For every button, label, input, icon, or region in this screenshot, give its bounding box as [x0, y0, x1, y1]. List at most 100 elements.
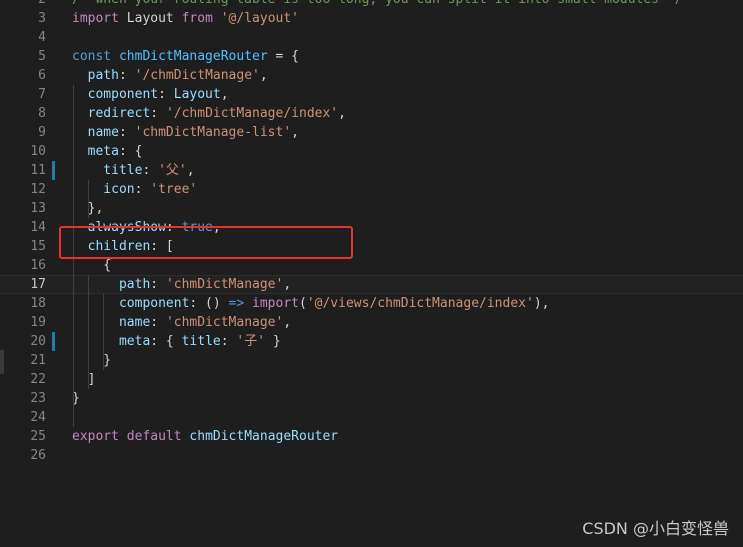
code-line[interactable]: 7 component: Layout, — [0, 85, 743, 104]
line-number: 3 — [38, 11, 46, 26]
code-line[interactable]: 4 — [0, 28, 743, 47]
code-text: path: 'chmDictManage', — [72, 276, 291, 293]
code-token: Layout — [118, 11, 182, 26]
code-token: : — [142, 163, 159, 178]
line-number: 19 — [30, 315, 46, 330]
code-token: : { — [150, 334, 182, 349]
code-line[interactable]: 24 — [0, 408, 743, 427]
code-token: { — [72, 258, 112, 273]
code-token: : — [150, 315, 166, 330]
line-number: 8 — [38, 106, 46, 121]
code-line[interactable]: 14 alwaysShow: true, — [0, 218, 743, 237]
code-line[interactable]: 20 meta: { title: '子' } — [0, 332, 743, 351]
code-text: name: 'chmDictManage', — [72, 313, 291, 332]
code-token: : — [165, 220, 182, 235]
code-text: icon: 'tree' — [72, 180, 197, 199]
code-token: meta — [72, 334, 151, 349]
line-number: 21 — [30, 353, 46, 368]
line-number: 15 — [30, 239, 46, 254]
code-text: meta: { — [72, 142, 143, 161]
code-token: export — [72, 429, 119, 444]
code-token: : { — [118, 144, 143, 159]
indent-guide — [103, 294, 104, 370]
line-number: 10 — [30, 144, 46, 159]
code-token: , — [212, 220, 221, 235]
code-token: import — [72, 11, 119, 26]
line-number: 5 — [38, 49, 46, 64]
code-token: } — [265, 334, 281, 349]
code-line[interactable]: 10 meta: { — [0, 142, 743, 161]
code-token: redirect — [72, 106, 151, 121]
line-number: 25 — [30, 429, 46, 444]
code-line[interactable]: 9 name: 'chmDictManage-list', — [0, 123, 743, 142]
modified-line-marker — [52, 161, 55, 180]
line-number: 26 — [30, 448, 46, 463]
code-line[interactable]: 6 path: '/chmDictManage', — [0, 66, 743, 85]
code-token: import — [252, 296, 299, 311]
line-number: 17 — [30, 277, 46, 292]
code-token: name — [72, 315, 151, 330]
code-token: '/chmDictManage' — [134, 68, 260, 83]
code-token: icon — [72, 182, 135, 197]
code-token: 'chmDictManage' — [165, 277, 284, 292]
line-number: 14 — [30, 220, 46, 235]
code-token: : — [134, 182, 151, 197]
code-text: import Layout from '@/layout' — [72, 9, 299, 28]
line-number: 6 — [38, 68, 46, 83]
code-token: '/chmDictManage/index' — [165, 106, 339, 121]
code-line[interactable]: 23} — [0, 389, 743, 408]
code-token: default — [126, 429, 182, 444]
watermark: CSDN @小白变怪兽 — [582, 519, 729, 538]
code-text: component: Layout, — [72, 85, 229, 104]
code-token: , — [291, 125, 299, 140]
code-line[interactable]: 12 icon: 'tree' — [0, 180, 743, 199]
code-token: : () — [189, 296, 229, 311]
code-line[interactable]: 3 import Layout from '@/layout' — [0, 9, 743, 28]
code-token: ( — [299, 296, 307, 311]
code-editor[interactable]: 2 /* when your routing table is too long,… — [0, 0, 743, 547]
code-line[interactable]: 17 path: 'chmDictManage', — [0, 275, 743, 294]
code-token: : [ — [150, 239, 174, 254]
code-token: : — [220, 334, 237, 349]
line-number: 24 — [30, 410, 46, 425]
code-line[interactable]: 22 ] — [0, 370, 743, 389]
line-number: 9 — [38, 125, 46, 140]
line-number: 7 — [38, 87, 46, 102]
code-token: '父' — [158, 163, 187, 178]
code-line[interactable]: 2 /* when your routing table is too long,… — [0, 0, 743, 9]
code-token: => — [228, 296, 245, 311]
code-line[interactable]: 26 — [0, 446, 743, 465]
code-token: 'tree' — [150, 182, 198, 197]
code-text: const chmDictManageRouter = { — [72, 47, 299, 66]
code-token: : — [118, 68, 135, 83]
code-token: chmDictManageRouter — [189, 429, 339, 444]
line-number: 20 — [30, 334, 46, 349]
code-token: true — [181, 220, 213, 235]
code-text: } — [72, 351, 111, 370]
code-line[interactable]: 19 name: 'chmDictManage', — [0, 313, 743, 332]
code-text: name: 'chmDictManage-list', — [72, 123, 299, 142]
code-token: , — [186, 163, 195, 178]
code-token: component — [72, 87, 159, 102]
code-line[interactable]: 21 } — [0, 351, 743, 370]
code-token: , — [338, 106, 346, 121]
line-number: 18 — [30, 296, 46, 311]
code-token: , — [283, 315, 292, 330]
code-line[interactable]: 8 redirect: '/chmDictManage/index', — [0, 104, 743, 123]
code-token: 'chmDictManage-list' — [134, 125, 292, 140]
code-text: children: [ — [72, 237, 174, 256]
indent-guide — [88, 180, 89, 218]
code-token: 'chmDictManage' — [165, 315, 284, 330]
code-line[interactable]: 13 }, — [0, 199, 743, 218]
code-line[interactable]: 15 children: [ — [0, 237, 743, 256]
line-number: 12 — [30, 182, 46, 197]
code-line[interactable]: 5 const chmDictManageRouter = { — [0, 47, 743, 66]
code-line[interactable]: 18 component: () => import('@/views/chmD… — [0, 294, 743, 313]
code-line[interactable]: 11 title: '父', — [0, 161, 743, 180]
code-text: title: '父', — [72, 161, 195, 180]
code-token: title — [72, 163, 143, 178]
line-number: 2 — [0, 0, 46, 9]
code-line[interactable]: 16 { — [0, 256, 743, 275]
code-line[interactable]: 25 export default chmDictManageRouter — [0, 427, 743, 446]
